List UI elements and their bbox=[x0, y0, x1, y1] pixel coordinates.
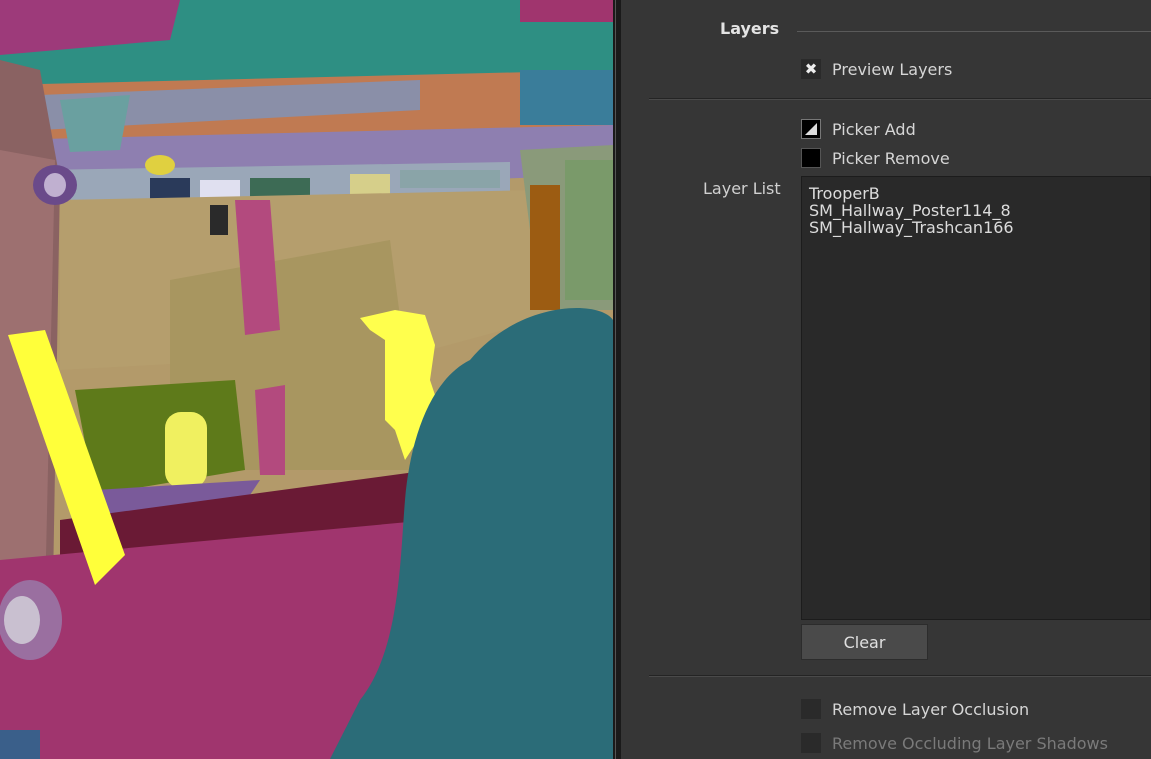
picker-remove-label: Picker Remove bbox=[832, 148, 950, 168]
section-rule bbox=[797, 31, 1151, 32]
checkbox-box bbox=[801, 699, 821, 719]
preview-layers-checkbox[interactable]: ✖ Preview Layers bbox=[801, 59, 952, 79]
clear-button[interactable]: Clear bbox=[801, 624, 928, 660]
panel-splitter[interactable] bbox=[613, 0, 621, 759]
picker-remove-button[interactable]: Picker Remove bbox=[801, 148, 950, 168]
remove-occluding-shadows-checkbox[interactable]: Remove Occluding Layer Shadows bbox=[801, 733, 1108, 753]
divider bbox=[649, 675, 1151, 677]
remove-layer-occlusion-checkbox[interactable]: Remove Layer Occlusion bbox=[801, 699, 1029, 719]
preview-layers-label: Preview Layers bbox=[832, 59, 953, 79]
picker-add-icon bbox=[801, 119, 821, 139]
picker-add-button[interactable]: Picker Add bbox=[801, 119, 916, 139]
list-item[interactable]: TrooperB bbox=[809, 185, 1143, 202]
section-title: Layers bbox=[720, 19, 780, 38]
layers-panel: Layers ✖ Preview Layers Picker Add Picke… bbox=[621, 0, 1151, 759]
layer-list[interactable]: TrooperB SM_Hallway_Poster114_8 SM_Hallw… bbox=[801, 176, 1151, 620]
list-item[interactable]: SM_Hallway_Poster114_8 bbox=[809, 202, 1143, 219]
splitter-line bbox=[615, 0, 616, 759]
checkmark-icon: ✖ bbox=[801, 59, 821, 79]
segmentation-render bbox=[0, 0, 613, 759]
list-item[interactable]: SM_Hallway_Trashcan166 bbox=[809, 219, 1143, 236]
remove-occluding-shadows-label: Remove Occluding Layer Shadows bbox=[832, 733, 1108, 753]
layer-list-label: Layer List bbox=[703, 179, 781, 198]
divider bbox=[649, 98, 1151, 100]
picker-add-label: Picker Add bbox=[832, 119, 916, 139]
remove-layer-occlusion-label: Remove Layer Occlusion bbox=[832, 699, 1030, 719]
checkbox-box bbox=[801, 733, 821, 753]
picker-remove-icon bbox=[801, 148, 821, 168]
segmentation-viewport[interactable] bbox=[0, 0, 613, 759]
